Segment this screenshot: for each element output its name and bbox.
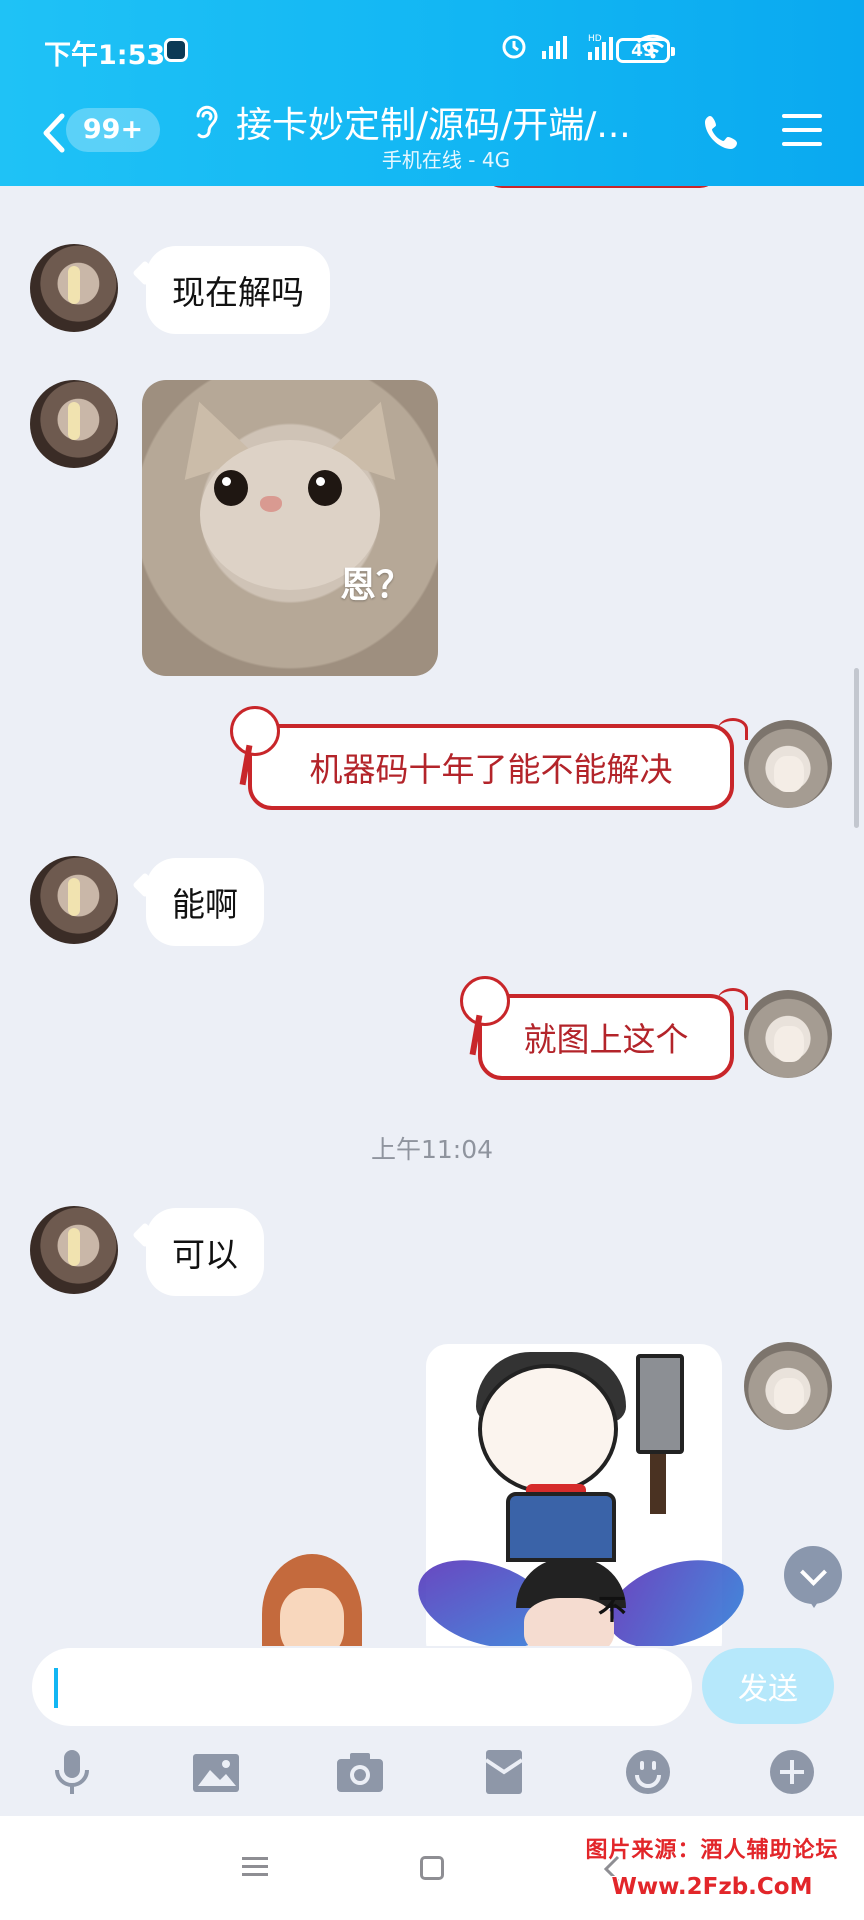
recent-apps-icon[interactable] xyxy=(242,1856,268,1878)
sticker-overlay: 不 xyxy=(0,1544,864,1674)
nav-bar: 99+ 接卡妙定制/源码/开端/... 手机在线 - 4G xyxy=(0,90,864,186)
text-cursor xyxy=(54,1668,58,1708)
menu-icon[interactable] xyxy=(782,112,822,148)
alarm-icon xyxy=(502,35,526,59)
scrollbar[interactable] xyxy=(854,668,859,828)
watermark-source: 图片来源：酒人辅助论坛 xyxy=(585,1838,839,1863)
online-status: 手机在线 - 4G xyxy=(381,148,511,172)
message-text: 机器码十年了能不能解决 xyxy=(309,750,673,789)
cat-sticker-image[interactable]: 恩？ xyxy=(142,380,438,676)
bubble-ornament xyxy=(460,976,510,1026)
fairy-sticker: 不 xyxy=(407,1544,755,1664)
status-time: 下午1:53 xyxy=(44,40,166,71)
image-icon[interactable] xyxy=(190,1746,242,1798)
my-avatar[interactable] xyxy=(744,1342,832,1430)
phone-icon[interactable] xyxy=(700,110,744,154)
emoji-icon[interactable] xyxy=(622,1746,674,1798)
message-bubble[interactable]: 能啊 xyxy=(146,858,264,946)
avatar[interactable] xyxy=(30,244,118,332)
watermark-url: Www.2Fzb.CoM xyxy=(611,1874,813,1900)
bubble-ornament xyxy=(230,706,280,756)
home-icon[interactable] xyxy=(420,1856,444,1880)
status-bar: 下午1:53 HD 49 xyxy=(0,0,864,90)
battery-indicator: 49 xyxy=(616,38,675,63)
plus-icon[interactable] xyxy=(766,1746,818,1798)
message-bubble[interactable]: 就图上这个 xyxy=(460,976,748,1080)
signal-icon xyxy=(542,36,567,59)
unread-badge[interactable]: 99+ xyxy=(66,108,160,152)
red-packet-icon[interactable] xyxy=(478,1746,530,1798)
input-toolbar xyxy=(0,1746,864,1806)
send-button[interactable]: 发送 xyxy=(702,1648,834,1724)
watermark: 图片来源：酒人辅助论坛 Www.2Fzb.CoM xyxy=(572,1832,852,1900)
ear-icon[interactable] xyxy=(190,102,220,142)
avatar[interactable] xyxy=(30,1206,118,1294)
message-text: 就图上这个 xyxy=(523,1020,689,1059)
sticker-caption: 恩？ xyxy=(340,565,413,606)
input-area: 发送 xyxy=(0,1646,864,1816)
avatar[interactable] xyxy=(30,380,118,468)
sticker-caption: 不 xyxy=(598,1593,627,1626)
previous-message-edge xyxy=(484,186,718,188)
message-bubble[interactable]: 机器码十年了能不能解决 xyxy=(230,706,748,810)
avatar[interactable] xyxy=(30,856,118,944)
svg-text:HD: HD xyxy=(588,34,602,44)
message-bubble[interactable]: 现在解吗 xyxy=(146,246,330,334)
chat-title: 接卡妙定制/源码/开端/... xyxy=(236,105,631,146)
chat-header: 下午1:53 HD 49 99+ 接卡妙定制/源码/开端/... 手机在线 - … xyxy=(0,0,864,186)
message-input[interactable] xyxy=(32,1648,692,1726)
notification-icon xyxy=(164,38,188,62)
my-avatar[interactable] xyxy=(744,990,832,1078)
back-icon[interactable] xyxy=(38,110,68,156)
message-timestamp: 上午11:04 xyxy=(370,1135,494,1164)
microphone-icon[interactable] xyxy=(46,1746,98,1798)
camera-icon[interactable] xyxy=(334,1746,386,1798)
system-nav-bar: 图片来源：酒人辅助论坛 Www.2Fzb.CoM xyxy=(0,1816,864,1920)
message-bubble[interactable]: 可以 xyxy=(146,1208,264,1296)
my-avatar[interactable] xyxy=(744,720,832,808)
